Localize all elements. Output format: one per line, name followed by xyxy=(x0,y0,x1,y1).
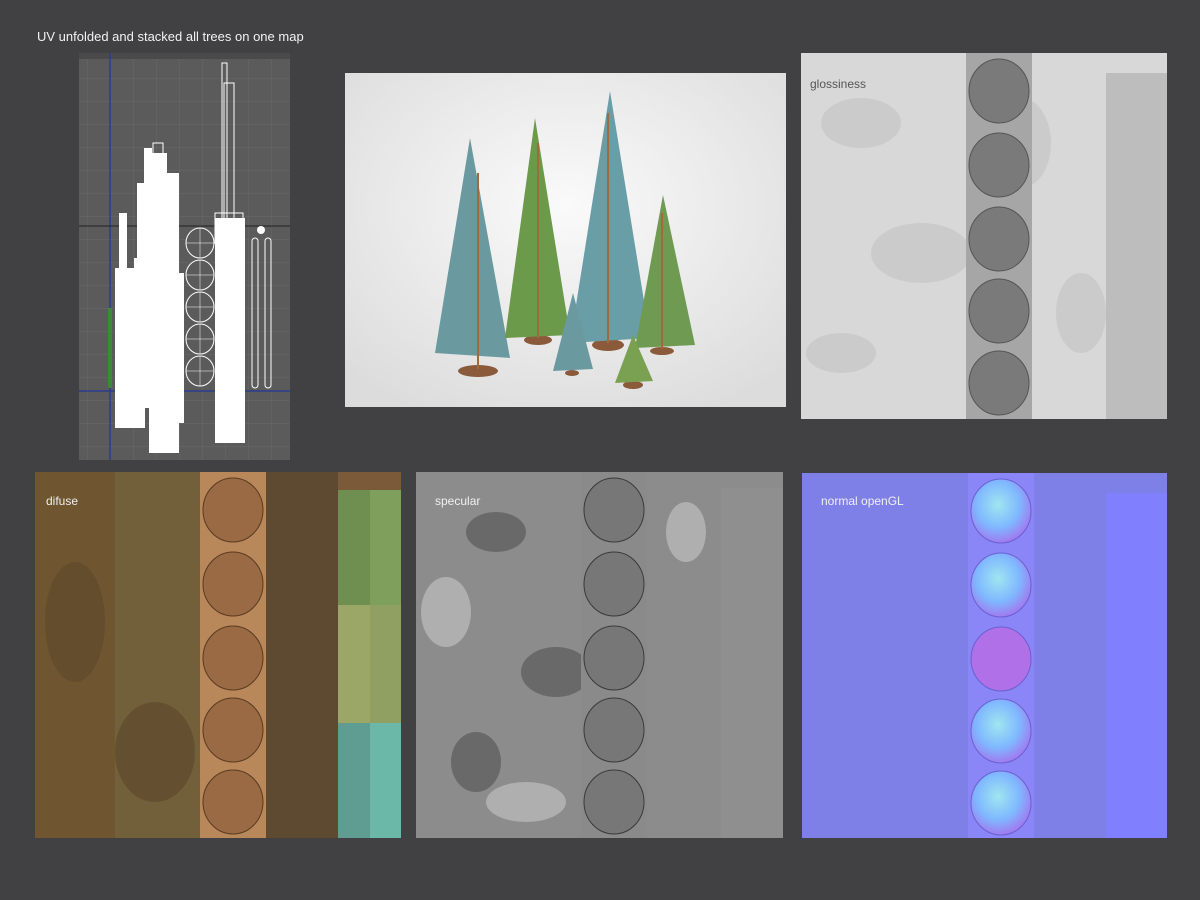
uv-layout-graphic xyxy=(79,53,290,460)
diffuse-label: difuse xyxy=(46,494,79,508)
glossiness-label: glossiness xyxy=(810,77,867,91)
specular-map-panel: specular xyxy=(416,472,783,838)
tree-render-panel xyxy=(345,73,786,407)
glossiness-map-panel: glossiness xyxy=(801,53,1167,419)
normal-texture xyxy=(802,473,1167,838)
diffuse-map-panel: difuse xyxy=(35,472,401,838)
specular-texture xyxy=(416,472,783,838)
pine-trees-render xyxy=(345,73,786,407)
diffuse-texture xyxy=(35,472,401,838)
normal-label: normal openGL xyxy=(821,494,904,508)
glossiness-texture xyxy=(801,53,1167,419)
specular-label: specular xyxy=(435,494,481,508)
page-title: UV unfolded and stacked all trees on one… xyxy=(37,29,304,44)
normal-map-panel: normal openGL xyxy=(802,473,1167,838)
uv-editor-panel xyxy=(79,53,290,460)
